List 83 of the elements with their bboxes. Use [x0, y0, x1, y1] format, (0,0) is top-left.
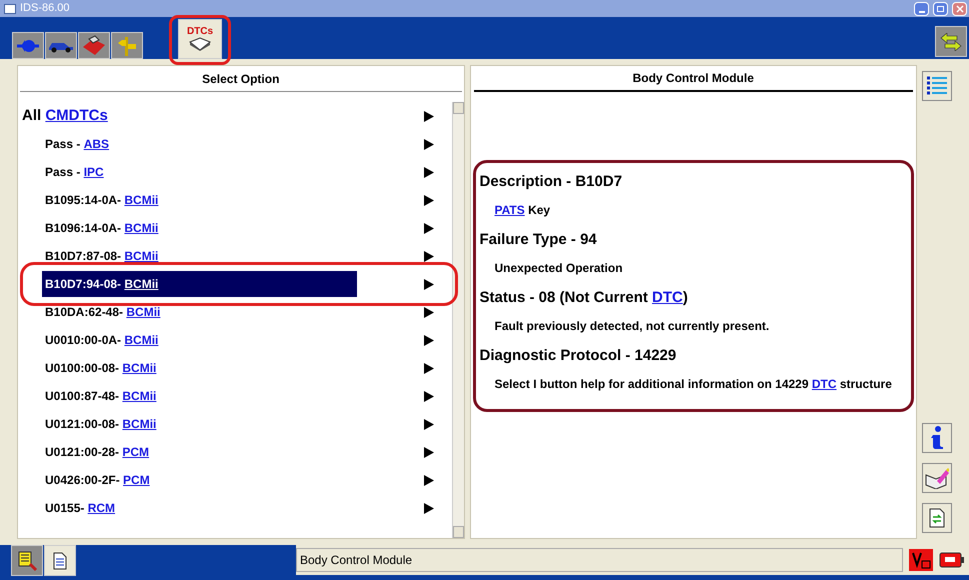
arrow-right-icon[interactable] [424, 278, 434, 290]
arrow-right-icon[interactable] [424, 446, 434, 458]
arrow-right-icon[interactable] [424, 362, 434, 374]
status-text: Body Control Module [296, 548, 903, 572]
dtc-row[interactable]: B10D7:94-08- BCMii [42, 271, 357, 297]
minimize-button[interactable] [914, 2, 929, 16]
arrow-right-icon[interactable] [424, 418, 434, 430]
module-link[interactable]: BCMii [124, 275, 158, 293]
window-icon [4, 4, 16, 14]
swap-button[interactable] [935, 26, 967, 57]
toolbox-icon [81, 34, 107, 56]
arrow-right-icon[interactable] [424, 138, 434, 150]
arrow-right-icon[interactable] [424, 306, 434, 318]
dtc-row[interactable]: B10DA:62-48- BCMii [42, 299, 357, 325]
module-link[interactable]: PCM [123, 471, 150, 489]
dtc-row[interactable]: U0426:00-2F- PCM [42, 467, 357, 493]
tray-icon [189, 37, 211, 51]
list-button[interactable] [922, 71, 952, 101]
report-magnifier-icon [16, 550, 38, 572]
list-icon [926, 76, 948, 96]
dtc-link[interactable]: PATS [494, 203, 525, 217]
dtc-row[interactable]: U0121:00-08- BCMii [42, 411, 357, 437]
tab-label: DTCs [186, 27, 214, 37]
close-icon [956, 4, 964, 12]
info-icon [930, 426, 944, 450]
bottom-tab[interactable] [44, 545, 76, 576]
swap-arrows-icon [939, 32, 963, 50]
module-link[interactable]: ABS [84, 135, 110, 153]
document-button[interactable] [922, 503, 952, 533]
module-link[interactable]: IPC [84, 163, 104, 181]
dtc-row[interactable]: U0010:00-0A- BCMii [42, 327, 357, 353]
dtc-row[interactable]: B10D7:87-08- BCMii [42, 243, 357, 269]
dtc-row[interactable]: B1095:14-0A- BCMii [42, 187, 357, 213]
close-button[interactable] [952, 2, 967, 16]
panel-header: Body Control Module [474, 66, 913, 92]
dtc-link[interactable]: DTC [652, 289, 683, 306]
module-link[interactable]: RCM [88, 499, 116, 517]
module-link[interactable]: BCMii [126, 303, 160, 321]
dtc-row[interactable]: U0155- RCM [42, 495, 357, 521]
arrow-right-icon[interactable] [424, 502, 434, 514]
module-link[interactable]: BCMii [122, 359, 156, 377]
module-link[interactable]: BCMii [124, 219, 158, 237]
description-frame: Description - B10D7 PATS Key Failure Type - 94 Unexpected Operation Status - 08 (Not Current DTC) Fault previously detected, not currently present. Diagnostic Protocol - 14229 Select I button help for additional information on 14229 DTC structure [472, 160, 914, 412]
book-pencil-icon [925, 467, 949, 489]
arrow-right-icon[interactable] [424, 166, 434, 178]
arrow-right-icon[interactable] [424, 250, 434, 262]
window-title: IDS-86.00 [20, 1, 71, 16]
voltage-icon [909, 549, 933, 571]
list-heading: All CMDTCs [22, 106, 108, 126]
document-arrows-icon [929, 508, 945, 528]
module-link[interactable]: BCMii [124, 247, 158, 265]
dtc-link[interactable]: DTC [812, 377, 837, 391]
dtc-row[interactable]: Pass - IPC [42, 159, 357, 185]
arrow-right-icon[interactable] [424, 390, 434, 402]
toolbar-tab[interactable]: DTCs [178, 19, 222, 59]
module-link[interactable]: BCMii [122, 415, 156, 433]
bottom-tab[interactable] [11, 545, 43, 576]
toolbar-tab[interactable] [45, 32, 77, 59]
dtc-row[interactable]: Pass - ABS [42, 131, 357, 157]
dtc-row[interactable]: U0100:87-48- BCMii [42, 383, 357, 409]
dtc-row[interactable]: B1096:14-0A- BCMii [42, 215, 357, 241]
panel-header: Select Option [20, 66, 462, 92]
dtc-row[interactable]: U0100:00-08- BCMii [42, 355, 357, 381]
module-link[interactable]: PCM [122, 443, 150, 461]
maximize-button[interactable] [933, 2, 948, 16]
arrow-right-icon[interactable] [424, 334, 434, 346]
cmdtcs-link[interactable]: CMDTCs [45, 106, 108, 124]
document-icon [53, 552, 67, 570]
arrow-right-icon[interactable] [424, 110, 434, 122]
battery-icon [939, 552, 965, 568]
toolbar-tab[interactable] [12, 32, 44, 59]
module-link[interactable]: BCMii [124, 331, 158, 349]
signpost-icon [116, 34, 138, 56]
module-link[interactable]: BCMii [122, 387, 156, 405]
arrow-right-icon[interactable] [424, 222, 434, 234]
info-button[interactable] [922, 423, 952, 453]
arrow-right-icon[interactable] [424, 474, 434, 486]
toolbar-tab[interactable] [78, 32, 110, 59]
notes-button[interactable] [922, 463, 952, 493]
module-link[interactable]: BCMii [124, 191, 158, 209]
arrow-right-icon[interactable] [424, 194, 434, 206]
dtc-row[interactable]: U0121:00-28- PCM [42, 439, 357, 465]
scrollbar[interactable] [452, 102, 464, 538]
